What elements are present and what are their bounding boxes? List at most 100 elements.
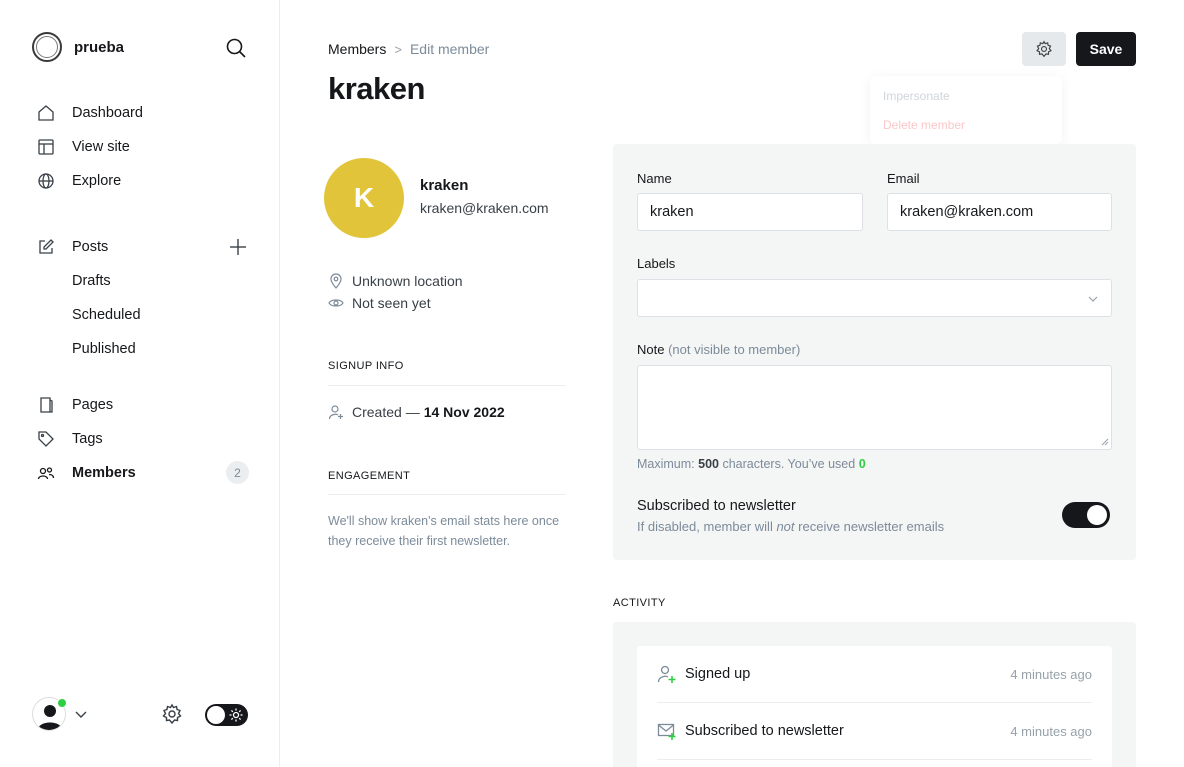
- character-count-hint: Maximum: 500 characters. You’ve used 0: [637, 457, 866, 471]
- layout-icon: [36, 137, 56, 157]
- site-logo-icon: [32, 32, 62, 62]
- created-date: 14 Nov 2022: [423, 404, 505, 420]
- char-prefix: Maximum:: [637, 457, 695, 471]
- note-label-text: Note: [637, 342, 665, 357]
- nav-label: Drafts: [72, 273, 111, 289]
- tag-icon: [36, 429, 56, 449]
- member-form: Name Email Labels Note (not visible to m…: [613, 144, 1136, 560]
- note-label: Note (not visible to member): [637, 342, 800, 357]
- breadcrumb-separator: >: [394, 41, 402, 57]
- char-max: 500: [698, 457, 719, 471]
- note-hint: (not visible to member): [668, 342, 801, 357]
- impersonate-menu-item[interactable]: Impersonate: [883, 86, 1049, 115]
- divider: [328, 385, 566, 386]
- manage-nav: Pages Tags Members 2: [36, 388, 249, 490]
- edit-icon: [36, 237, 56, 257]
- nav-item-pages[interactable]: Pages: [36, 388, 136, 422]
- nav-item-scheduled[interactable]: Scheduled: [36, 298, 141, 332]
- primary-nav: Dashboard View site Explore: [36, 96, 143, 198]
- sidebar: prueba Dashboard View site Explore Posts…: [0, 0, 280, 767]
- eye-icon: [328, 299, 344, 307]
- name-field[interactable]: [637, 193, 863, 231]
- brand[interactable]: prueba: [32, 32, 124, 62]
- newsletter-toggle[interactable]: [1062, 502, 1110, 528]
- nav-label: Explore: [72, 173, 122, 189]
- newsletter-description: If disabled, member will not receive new…: [637, 519, 944, 534]
- nav-item-posts[interactable]: Posts: [36, 230, 141, 264]
- nav-label: Posts: [72, 239, 109, 255]
- name-label: Name: [637, 171, 672, 186]
- site-name: prueba: [74, 38, 125, 56]
- content-nav: Posts Drafts Scheduled Published: [36, 230, 246, 366]
- breadcrumb-current: Edit member: [409, 41, 490, 57]
- member-actions-button[interactable]: [1022, 32, 1066, 66]
- resize-handle-icon[interactable]: [1101, 438, 1109, 446]
- members-count-badge: 2: [226, 461, 249, 484]
- created-label: Created —: [352, 404, 420, 420]
- nav-label: Tags: [72, 431, 103, 447]
- nav-label: Scheduled: [72, 307, 141, 323]
- toggle-knob: [207, 706, 225, 724]
- nav-label: Published: [72, 341, 136, 357]
- breadcrumb-members-link[interactable]: Members: [328, 41, 386, 57]
- nav-label: Dashboard: [72, 105, 143, 121]
- activity-panel: Signed up 4 minutes ago Subscribed to ne…: [613, 622, 1136, 767]
- activity-item: Subscribed to newsletter 4 minutes ago: [657, 703, 1092, 760]
- page-icon: [36, 395, 56, 415]
- mail-add-icon: [657, 723, 676, 740]
- note-textarea[interactable]: [637, 365, 1112, 450]
- member-location: Unknown location: [328, 273, 463, 289]
- member-last-seen: Not seen yet: [328, 295, 431, 311]
- dark-mode-toggle[interactable]: [205, 704, 248, 726]
- location-text: Unknown location: [352, 273, 463, 289]
- chevron-down-icon[interactable]: [74, 707, 88, 721]
- member-name: kraken: [420, 177, 469, 194]
- activity-time: 4 minutes ago: [1010, 723, 1092, 739]
- char-used: 0: [858, 457, 866, 471]
- toggle-knob: [1087, 505, 1107, 525]
- search-icon[interactable]: [225, 37, 247, 59]
- activity-item: Signed up 4 minutes ago: [657, 646, 1092, 703]
- nav-label: Pages: [72, 397, 114, 413]
- email-label: Email: [887, 171, 920, 186]
- nav-item-view-site[interactable]: View site: [36, 130, 143, 164]
- signup-info-heading: SIGNUP INFO: [328, 360, 404, 372]
- user-add-icon: [657, 665, 676, 683]
- newsletter-desc-part: If disabled, member will: [637, 519, 773, 534]
- nav-item-published[interactable]: Published: [36, 332, 141, 366]
- nav-item-tags[interactable]: Tags: [36, 422, 136, 456]
- engagement-heading: ENGAGEMENT: [328, 470, 411, 482]
- activity-label: Subscribed to newsletter: [685, 723, 844, 739]
- member-actions-dropdown: Impersonate Delete member: [870, 76, 1062, 144]
- members-icon: [36, 463, 56, 483]
- labels-select[interactable]: [637, 279, 1112, 317]
- divider: [328, 494, 566, 495]
- settings-gear-icon[interactable]: [161, 703, 183, 725]
- char-mid: characters. You’ve used: [722, 457, 856, 471]
- delete-member-menu-item[interactable]: Delete member: [883, 115, 1049, 144]
- nav-item-drafts[interactable]: Drafts: [36, 264, 141, 298]
- activity-label: Signed up: [685, 666, 751, 682]
- last-seen-text: Not seen yet: [352, 295, 431, 311]
- activity-list: Signed up 4 minutes ago Subscribed to ne…: [637, 646, 1112, 767]
- nav-item-members[interactable]: Members: [36, 456, 136, 490]
- sidebar-footer: [32, 697, 248, 733]
- user-add-icon: [328, 405, 343, 420]
- gear-icon: [1036, 40, 1052, 58]
- nav-item-explore[interactable]: Explore: [36, 164, 143, 198]
- activity-time: 4 minutes ago: [1010, 666, 1092, 682]
- newsletter-desc-part: receive newsletter emails: [798, 519, 945, 534]
- home-icon: [36, 103, 56, 123]
- created-row: Created — 14 Nov 2022: [328, 404, 505, 420]
- new-post-plus-icon[interactable]: [228, 237, 248, 257]
- engagement-text: We'll show kraken's email stats here onc…: [328, 514, 560, 548]
- activity-heading: ACTIVITY: [613, 597, 666, 609]
- page-title: kraken: [328, 71, 425, 106]
- save-button[interactable]: Save: [1076, 32, 1136, 66]
- nav-item-dashboard[interactable]: Dashboard: [36, 96, 143, 130]
- email-field[interactable]: [887, 193, 1112, 231]
- member-email: kraken@kraken.com: [420, 200, 549, 216]
- online-status-dot: [57, 698, 67, 708]
- chevron-down-icon: [1088, 296, 1098, 302]
- breadcrumb: Members > Edit member: [328, 41, 489, 57]
